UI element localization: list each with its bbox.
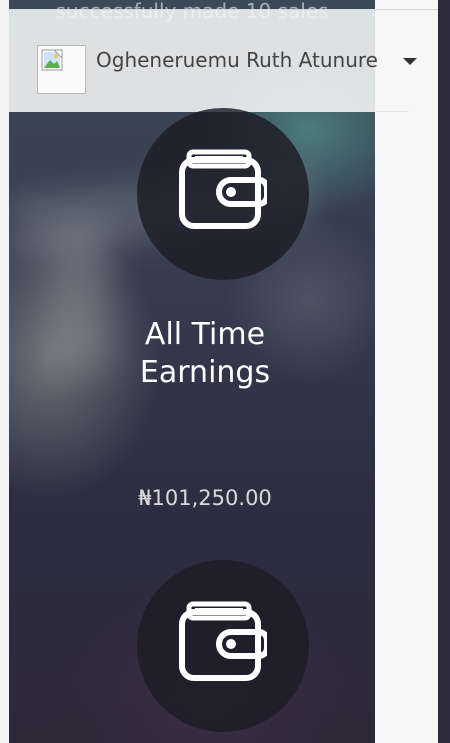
avatar[interactable]: [37, 45, 86, 94]
caret-down-icon[interactable]: [403, 58, 417, 65]
scrollbar-gutter: [438, 0, 450, 743]
wallet-icon-circle: [137, 560, 309, 732]
wallet-icon: [179, 601, 267, 681]
wallet-icon-circle: [137, 108, 309, 280]
user-name-dropdown[interactable]: Ogheneruemu Ruth Atunure: [96, 45, 378, 75]
broken-image-icon: [41, 49, 63, 71]
earnings-title: All Time Earnings: [139, 317, 271, 390]
header-top-border: [9, 9, 438, 10]
page: successfully made 10 sales Ogheneruemu R…: [0, 0, 450, 743]
wallet-icon: [179, 149, 267, 229]
earnings-amount: ₦101,250.00: [138, 486, 272, 510]
background-blur-shape: [49, 220, 109, 370]
left-margin: [0, 0, 9, 743]
